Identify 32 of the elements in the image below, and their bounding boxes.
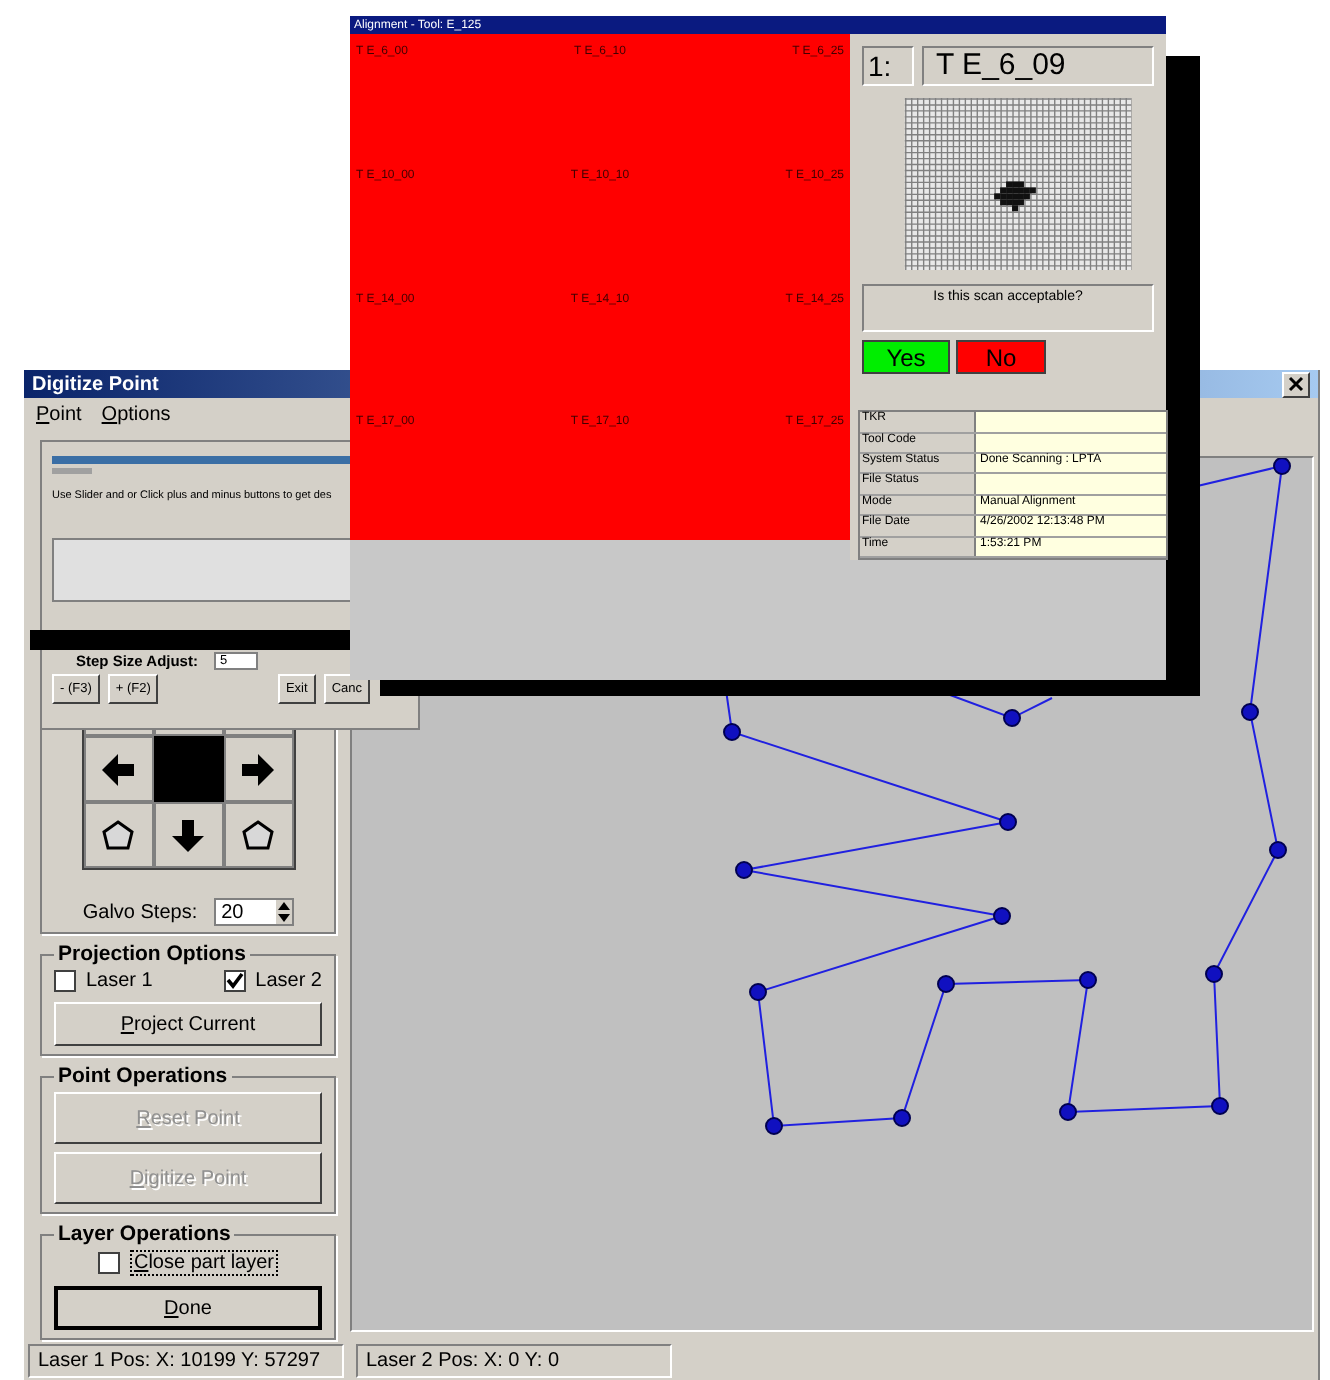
group-title: Layer Operations bbox=[56, 1222, 233, 1246]
left-button[interactable] bbox=[83, 736, 153, 802]
checkmark-icon bbox=[225, 972, 244, 990]
checkbox[interactable]: Laser 2 bbox=[223, 970, 322, 992]
rotate-right-button[interactable] bbox=[223, 802, 293, 868]
checkbox[interactable]: Laser 1 bbox=[54, 970, 153, 992]
close-icon bbox=[1288, 376, 1304, 392]
galvo-steps-label: Galvo Steps: bbox=[82, 901, 198, 923]
menu-item[interactable]: Options bbox=[101, 403, 171, 425]
scan-name: T E_6_09 bbox=[922, 46, 1154, 86]
operations-header bbox=[52, 468, 92, 474]
project-current-button[interactable]: Project Current bbox=[54, 1002, 322, 1046]
status-panel: Laser 2 Pos: X: 0 Y: 0 bbox=[356, 1343, 672, 1377]
spin-arrows-icon bbox=[275, 900, 292, 924]
scan-index: 1: bbox=[862, 46, 914, 86]
down-button[interactable] bbox=[153, 802, 223, 868]
galvo-steps-spinner[interactable]: 20 bbox=[213, 898, 294, 926]
status-panel: Laser 1 Pos: X: 10199 Y: 57297 bbox=[28, 1343, 344, 1377]
answer-button[interactable]: Yes bbox=[862, 340, 950, 375]
group-title: Projection Options bbox=[56, 942, 248, 966]
window-title: Digitize Point bbox=[32, 373, 159, 395]
rotate-left-button[interactable] bbox=[83, 802, 153, 868]
right-arrow-icon bbox=[238, 749, 278, 789]
close-button[interactable] bbox=[1282, 371, 1310, 397]
group-title: Point Operations bbox=[56, 1064, 230, 1088]
down-arrow-icon bbox=[168, 815, 208, 855]
menu-item[interactable]: Point bbox=[36, 403, 82, 425]
right-button[interactable] bbox=[223, 736, 293, 802]
left-arrow-icon bbox=[98, 749, 138, 789]
center-square bbox=[153, 736, 223, 802]
answer-button[interactable]: No bbox=[956, 340, 1046, 375]
done-button[interactable]: Done bbox=[54, 1286, 322, 1330]
